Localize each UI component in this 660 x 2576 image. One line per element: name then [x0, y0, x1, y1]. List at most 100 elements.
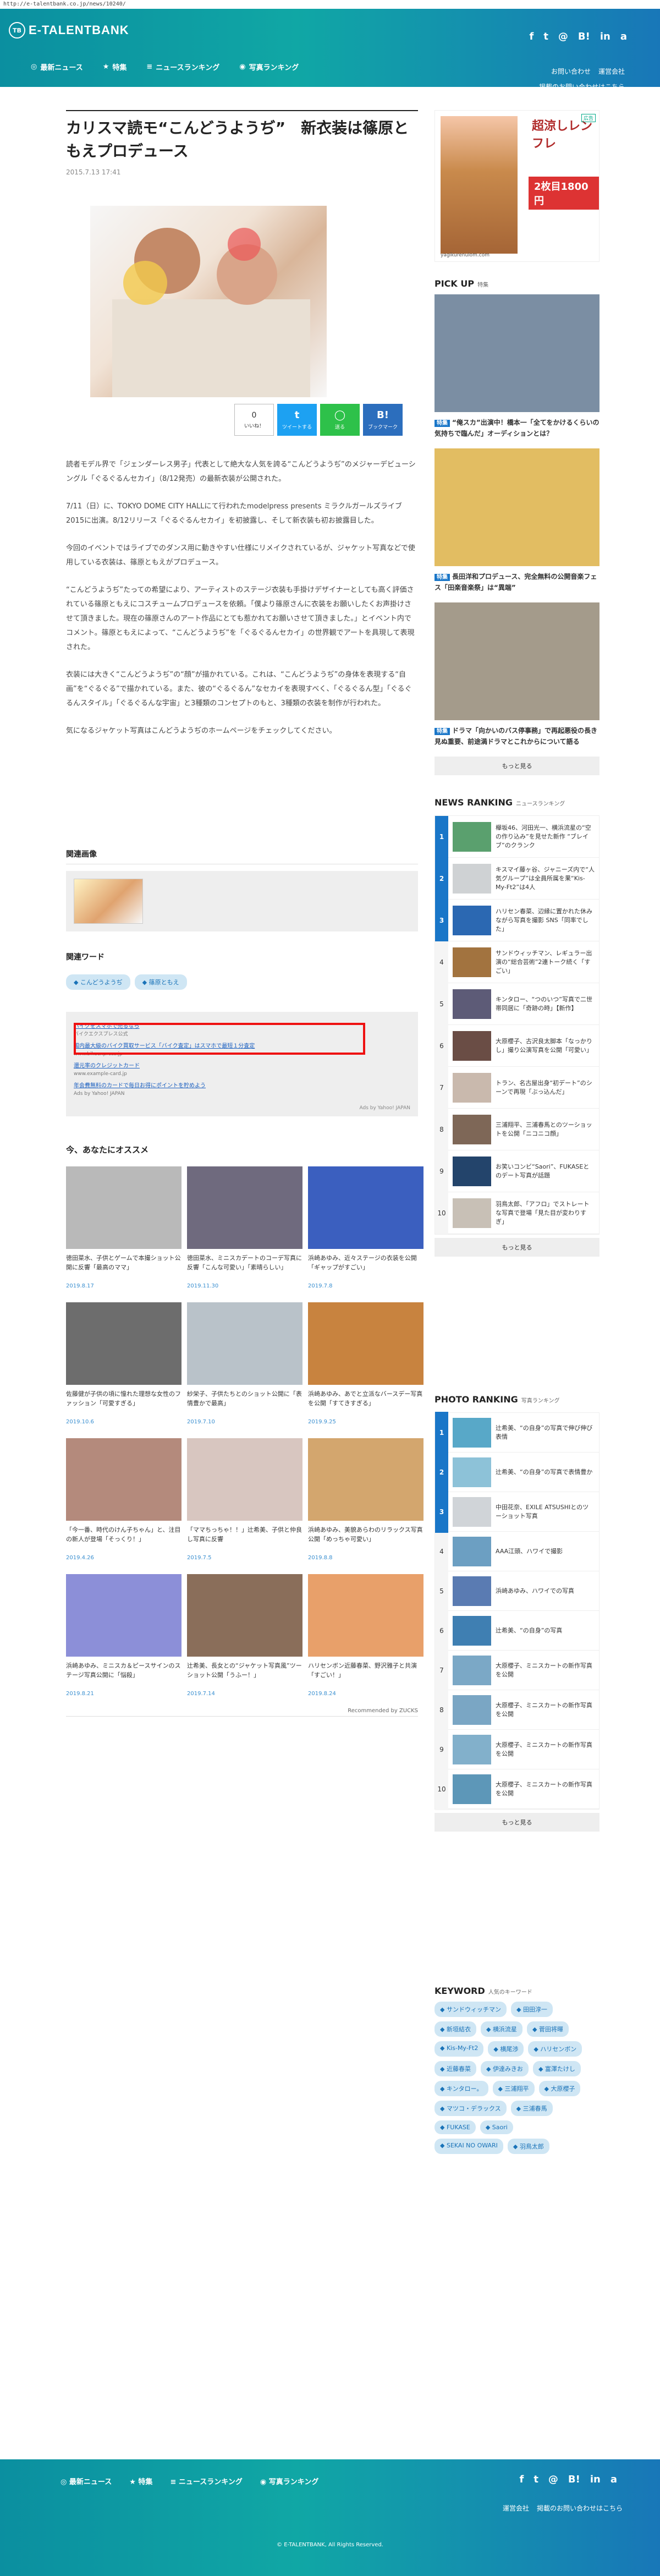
ranking-row[interactable]: 6 辻希美、“の自身”の写真: [435, 1609, 599, 1652]
recommend-thumb: [187, 1574, 302, 1657]
keyword-tag[interactable]: ◆ マツコ・デラックス: [435, 2101, 507, 2116]
linkedin-icon[interactable]: in: [600, 31, 610, 42]
keyword-tag[interactable]: ◆ Kis-My-Ft2: [435, 2041, 484, 2057]
keyword-tag[interactable]: ◆ 新垣結衣: [435, 2021, 476, 2037]
keyword-tag[interactable]: ◆ 近藤春菜: [435, 2061, 476, 2076]
recommend-item[interactable]: 徳田菜水、ミニスカデートのコーデ写真に反響「こんな可愛い」「素晴らしい」 2019…: [187, 1166, 302, 1289]
contact-link[interactable]: お問い合わせ: [551, 68, 591, 75]
ranking-row[interactable]: 6 大原櫻子、古沢良太脚本「なっかりし」撮り公演写真を公開「可愛い」: [435, 1024, 599, 1067]
footer-advertise-link[interactable]: 掲載のお問い合わせはこちら: [537, 2504, 623, 2512]
recommend-item[interactable]: 辻希美、長女との“ジャケット写真風”ツーショット公開「うふー！」 2019.7.1…: [187, 1574, 302, 1697]
pickup-item[interactable]: 特集 “俺スカ”出演中！橋本一「全てをかけるくらいの気持ちで臨んだ」オーディション…: [435, 294, 600, 439]
ranking-row[interactable]: 1 辻希美、“の自身”の写真で伸び伸び表情: [435, 1411, 599, 1454]
ad-link[interactable]: 年会費無料のカードで毎日お得にポイントを貯めよう: [74, 1082, 410, 1090]
keyword-tag[interactable]: ◆ 菅田将暉: [526, 2021, 569, 2037]
tweet-button[interactable]: t ツイートする: [277, 404, 317, 436]
keyword-tag[interactable]: ◆ 伊達みきお: [480, 2061, 529, 2076]
keyword-tag[interactable]: ◆ SEKAI NO OWARI: [435, 2139, 503, 2154]
recommend-item[interactable]: ハリセンボン近藤春菜、野沢雅子と共演「すごい！」 2019.8.24: [308, 1574, 424, 1697]
ranking-row[interactable]: 8 三浦翔平、三浦春馬とのツーショットを公開「ニコニコ顔」: [435, 1108, 599, 1150]
at-icon[interactable]: @: [548, 2474, 558, 2485]
recommend-item[interactable]: 佐藤健が子供の頃に憧れた理想な女性のファッション「可愛すぎる」 2019.10.6: [66, 1302, 182, 1425]
ameba-icon[interactable]: a: [620, 31, 627, 42]
ranking-row[interactable]: 7 トラン、名古屋出身“初デート”のシーンで再現「ぶっ込んだ」: [435, 1066, 599, 1109]
ranking-row[interactable]: 9 大原櫻子、ミニスカートの新作写真を公開: [435, 1728, 599, 1771]
ameba-icon[interactable]: a: [610, 2474, 617, 2485]
linkedin-icon[interactable]: in: [590, 2474, 601, 2485]
keyword-label: 三浦翔平: [504, 2085, 529, 2092]
keyword-tag[interactable]: ◆ 三浦春馬: [510, 2101, 553, 2116]
tag-link[interactable]: ◆ 篠原ともえ: [134, 974, 187, 990]
keyword-tag[interactable]: ◆ 大原櫻子: [538, 2081, 581, 2096]
at-icon[interactable]: @: [558, 31, 568, 42]
keyword-tag[interactable]: ◆ 田田淳一: [510, 2002, 553, 2017]
ranking-row[interactable]: 1 欅坂46、河田光一、横浜流星の“空の作り込み”を見せた新作 “ブレイブ”のクラ…: [435, 815, 599, 858]
keyword-tag[interactable]: ◆ 富澤たけし: [532, 2061, 581, 2076]
news-ranking-more-button[interactable]: もっと見る: [435, 1238, 600, 1257]
pickup-item[interactable]: 特集 ドラマ「向かいのバス停事務」で再起悪役の長き見ぬ重要、前途満ドラマとこれから…: [435, 602, 600, 747]
recommend-item[interactable]: 浜崎あゆみ、美貌あらわのリラックス写真公開「めっちゃ可愛い」 2019.8.8: [308, 1438, 424, 1561]
ranking-row[interactable]: 2 辻希美、“の自身”の写真で表情豊か: [435, 1451, 599, 1493]
nav-features[interactable]: ★ 特集: [103, 62, 127, 72]
sidebar-ad[interactable]: 超涼しレンフレ 2枚目1800円 yagikurenulom.com 広告: [435, 110, 600, 262]
camera-icon: ◉: [260, 2478, 269, 2486]
hatena-icon[interactable]: B!: [568, 2474, 580, 2485]
ad-link[interactable]: 還元率のクレジットカード: [74, 1062, 410, 1070]
like-button[interactable]: 0 いいね！: [234, 404, 274, 436]
site-logo[interactable]: TB E-TALENTBANK: [9, 22, 129, 39]
keyword-tag[interactable]: ◆ 三浦翔平: [492, 2081, 535, 2096]
keyword-tag[interactable]: ◆ キンタロー。: [435, 2081, 488, 2096]
footer-nav-photo-ranking[interactable]: ◉ 写真ランキング: [260, 2476, 319, 2486]
ranking-row[interactable]: 2 キスマイ藤ヶ谷、ジャニーズ内で“人気グループ”は全員所属を果“Kis-My-F…: [435, 857, 599, 900]
hatena-icon[interactable]: B!: [578, 31, 590, 42]
keyword-tag[interactable]: ◆ 横浜流星: [480, 2021, 522, 2037]
keyword-tag[interactable]: ◆ サンドウィッチマン: [435, 2002, 507, 2017]
nav-latest-news[interactable]: ◎ 最新ニュース: [31, 62, 83, 72]
recommend-item[interactable]: 浜崎あゆみ、ミニスカ＆ピースサインのステージ写真公開に「悩殺」 2019.8.21: [66, 1574, 182, 1697]
recommend-item[interactable]: 「ママちっちゃ！！」辻希美、子供と仲良し写真に反響 2019.7.5: [187, 1438, 302, 1561]
advertise-link[interactable]: 掲載のお問い合わせはこちら: [539, 83, 625, 91]
ranking-row[interactable]: 3 中田花奈、EXILE ATSUSHIとのツーショット写真: [435, 1490, 599, 1533]
keyword-tag[interactable]: ◆ FUKASE: [435, 2120, 476, 2134]
pickup-more-button[interactable]: もっと見る: [435, 757, 600, 775]
ranking-row[interactable]: 9 お笑いコンビ“Saori”、FUKASEとのデート写真が話題: [435, 1150, 599, 1192]
pickup-caption: 特集 “俺スカ”出演中！橋本一「全てをかけるくらいの気持ちで臨んだ」オーディション…: [435, 418, 600, 439]
nav-photo-ranking[interactable]: ◉ 写真ランキング: [239, 62, 299, 72]
ranking-row[interactable]: 10 大原櫻子、ミニスカートの新作写真を公開: [435, 1768, 599, 1810]
ranking-row[interactable]: 4 サンドウィッチマン、レギュラー出演の“総合芸術”2連トーク続く「すごい」: [435, 941, 599, 983]
hatena-bookmark-button[interactable]: B! ブックマーク: [363, 404, 403, 436]
twitter-icon[interactable]: t: [534, 2474, 538, 2485]
related-image-thumb[interactable]: [74, 879, 143, 924]
recommend-thumb: [66, 1438, 182, 1521]
line-button[interactable]: ◯ 送る: [320, 404, 360, 436]
footer-nav-features[interactable]: ★ 特集: [129, 2476, 152, 2486]
tag-link[interactable]: ◆ こんどうようぢ: [66, 974, 130, 990]
keyword-tag[interactable]: ◆ ハリセンボン: [528, 2041, 582, 2057]
ranking-row[interactable]: 5 キンタロー、“つのいつ”写真で二世帯同居に「奇跡の時」【新作】: [435, 983, 599, 1025]
facebook-icon[interactable]: f: [529, 31, 534, 42]
ranking-row[interactable]: 7 大原櫻子、ミニスカートの新作写真を公開: [435, 1649, 599, 1691]
recommend-item[interactable]: 浜崎あゆみ、あでと立派なバースデー写真を公開「すてきすぎる」 2019.9.25: [308, 1302, 424, 1425]
footer-company-link[interactable]: 運営会社: [503, 2504, 529, 2512]
ranking-row[interactable]: 8 大原櫻子、ミニスカートの新作写真を公開: [435, 1689, 599, 1731]
ranking-row[interactable]: 3 ハリセン春菜、辺縁に置かれた休みながら写真を撮影 SNS「同率でした」: [435, 899, 599, 941]
footer-nav-latest-news[interactable]: ◎ 最新ニュース: [61, 2476, 112, 2486]
pickup-item[interactable]: 特集 長田洋和プロデュース、完全無料の公開音楽フェス「田楽音楽祭」は“異端”: [435, 448, 600, 593]
company-link[interactable]: 運営会社: [598, 68, 625, 75]
facebook-icon[interactable]: f: [519, 2474, 524, 2485]
footer-nav-news-ranking[interactable]: ≡ ニュースランキング: [170, 2476, 242, 2486]
keyword-tag[interactable]: ◆ 羽鳥太郎: [507, 2139, 549, 2154]
keyword-tag[interactable]: ◆ 横尾渉: [488, 2041, 524, 2057]
nav-news-ranking[interactable]: ≡ ニュースランキング: [146, 62, 219, 72]
recommend-item[interactable]: 紗栄子、子供たちとのショット公開に「表情豊かで最高」 2019.7.10: [187, 1302, 302, 1425]
ranking-number: 5: [435, 1570, 448, 1612]
ranking-row[interactable]: 5 浜崎あゆみ、ハワイでの写真: [435, 1570, 599, 1612]
recommend-item[interactable]: 「今一番、時代のけん子ちゃん」と、注目の新人が登場「そっくり！」 2019.4.2…: [66, 1438, 182, 1561]
recommend-item[interactable]: 浜崎あゆみ、近々ステージの衣装を公開「ギャップがすごい」 2019.7.8: [308, 1166, 424, 1289]
photo-ranking-more-button[interactable]: もっと見る: [435, 1813, 600, 1832]
keyword-tag[interactable]: ◆ Saori: [480, 2120, 513, 2134]
twitter-icon[interactable]: t: [543, 31, 548, 42]
ranking-row[interactable]: 4 AAA江頭、ハワイで撮影: [435, 1530, 599, 1572]
recommend-item[interactable]: 徳田菜水、子供とゲームで本撮ショット公開に反響「最高のママ」 2019.8.17: [66, 1166, 182, 1289]
ranking-row[interactable]: 10 羽鳥太郎、「アフロ」でストレートな写真で登場「見た目が変わりすぎ」: [435, 1192, 599, 1234]
